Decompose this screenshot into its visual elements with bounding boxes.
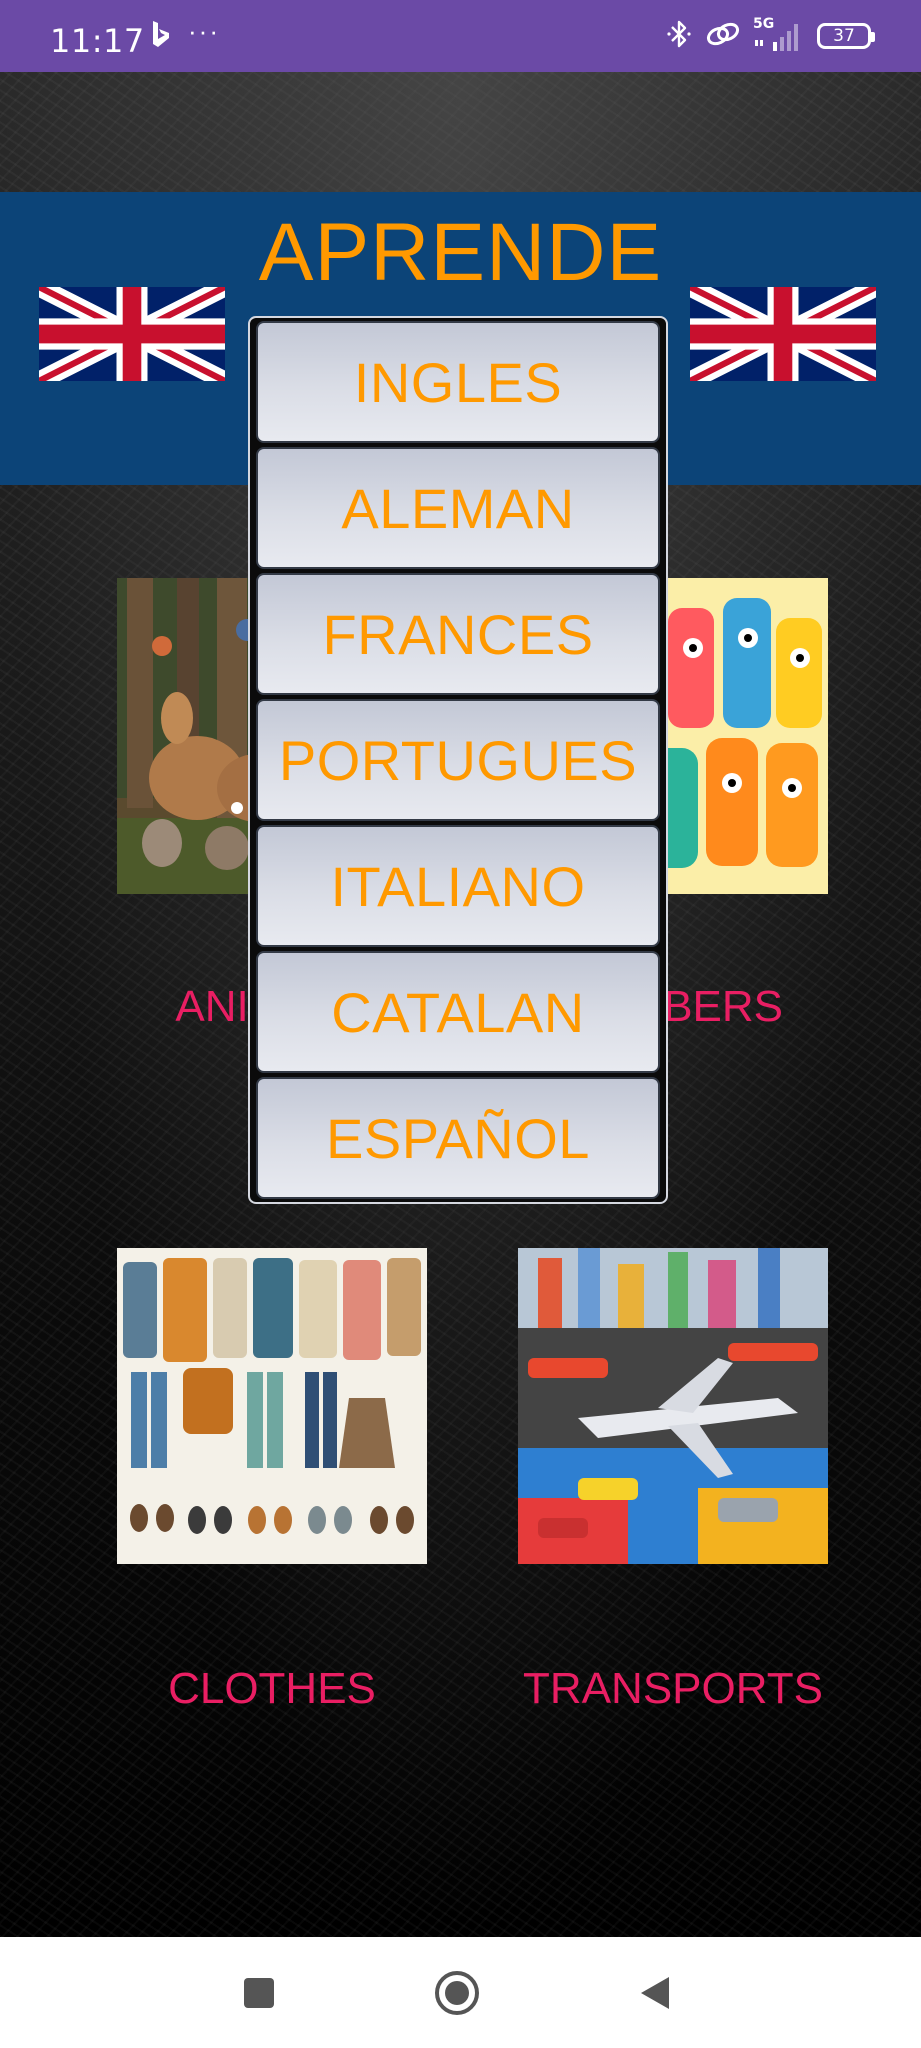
more-icon: ··· [188, 15, 220, 46]
uk-flag-right-icon[interactable] [690, 287, 876, 381]
battery-icon: 37 [817, 23, 875, 49]
bing-icon [150, 19, 172, 54]
status-right-icons: 5G 37 [665, 16, 875, 55]
option-italiano[interactable]: ITALIANO [256, 825, 660, 947]
back-button[interactable] [627, 1965, 683, 2021]
navigation-bar [0, 1937, 921, 2048]
category-label-transports[interactable]: TRANSPORTS [518, 1664, 828, 1714]
option-catalan[interactable]: CATALAN [256, 951, 660, 1073]
link-icon [705, 19, 741, 54]
home-circle-icon [435, 1971, 479, 2015]
signal-icon: 5G [753, 16, 805, 52]
category-label-clothes[interactable]: CLOTHES [117, 1664, 427, 1714]
uk-flag-left-icon[interactable] [39, 287, 225, 381]
option-espanol[interactable]: ESPAÑOL [256, 1077, 660, 1199]
recents-button[interactable] [231, 1965, 287, 2021]
language-dropdown: INGLES ALEMAN FRANCES PORTUGUES ITALIANO… [248, 316, 668, 1204]
option-aleman[interactable]: ALEMAN [256, 447, 660, 569]
clothes-image[interactable] [117, 1248, 427, 1564]
option-ingles[interactable]: INGLES [256, 321, 660, 443]
status-bar: 11:17 ··· 5G 37 [0, 0, 921, 72]
status-time: 11:17 [50, 22, 145, 60]
status-left-icons: ··· [150, 15, 220, 54]
home-button[interactable] [429, 1965, 485, 2021]
back-triangle-icon [641, 1977, 669, 2009]
battery-level: 37 [833, 26, 855, 46]
transports-image[interactable] [518, 1248, 828, 1564]
app-title: APRENDE [258, 207, 663, 298]
option-frances[interactable]: FRANCES [256, 573, 660, 695]
option-portugues[interactable]: PORTUGUES [256, 699, 660, 821]
recents-square-icon [244, 1978, 274, 2008]
bluetooth-icon [665, 18, 693, 55]
